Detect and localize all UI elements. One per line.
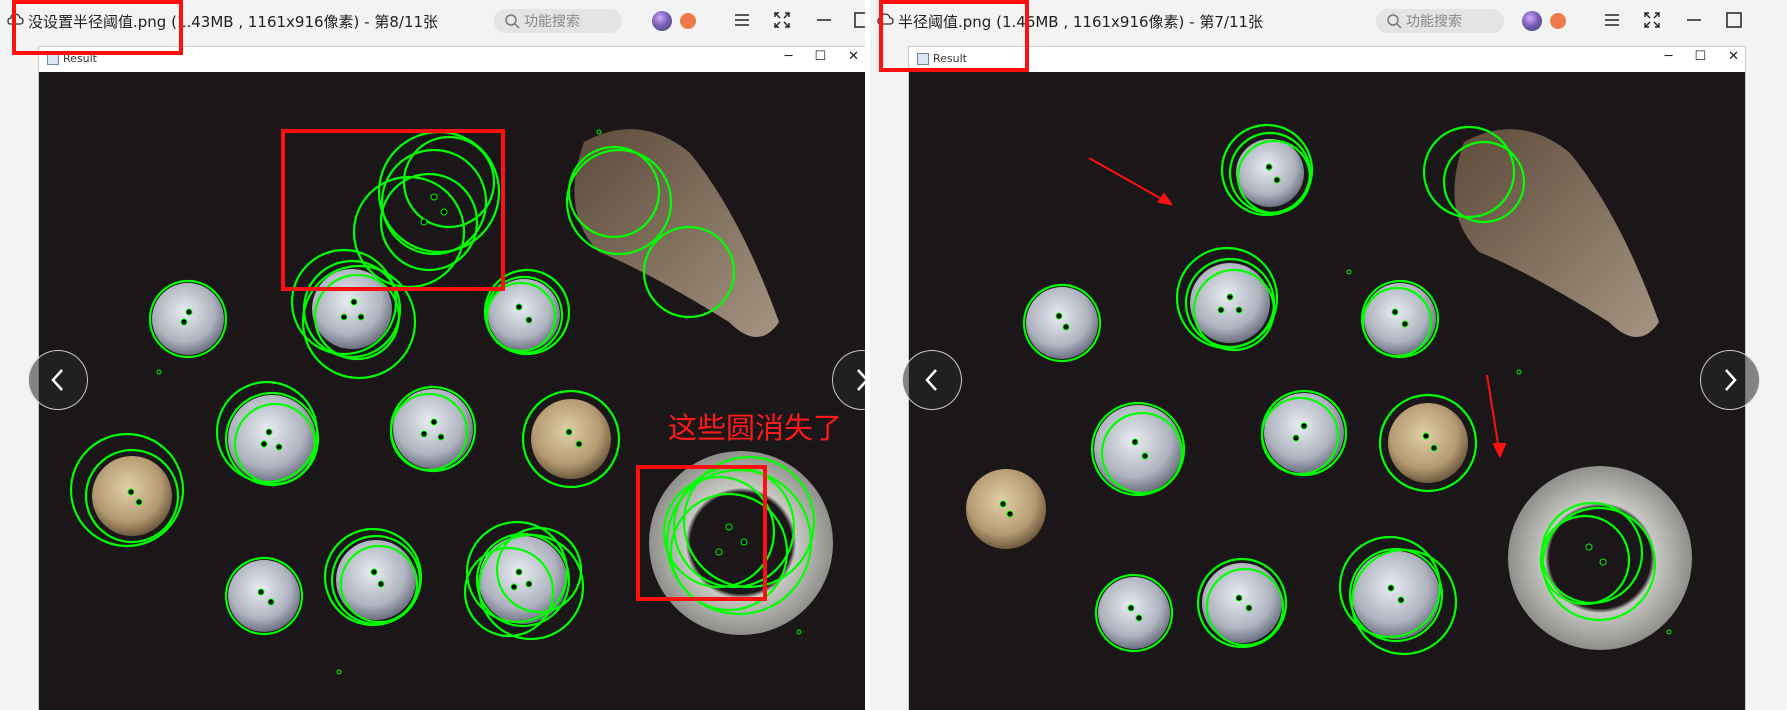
maximize-icon[interactable]: [852, 10, 865, 30]
prev-image-button[interactable]: [902, 350, 962, 410]
result-window: Result ─ ☐ ✕: [908, 46, 1746, 710]
result-image: [909, 72, 1745, 710]
search-placeholder: 功能搜索: [524, 14, 580, 30]
avatar[interactable]: [652, 11, 672, 31]
notification-badge[interactable]: [1550, 13, 1566, 29]
minimize-icon[interactable]: [814, 10, 834, 30]
annotation-text: 这些圆消失了: [668, 411, 843, 445]
left-image-viewer: 没设置半径阈值.png (1.43MB , 1161x916像素) - 第8/1…: [0, 0, 865, 710]
chevron-left-icon: [51, 369, 63, 391]
detected-circles-image: [909, 72, 1745, 710]
hamburger-menu-icon[interactable]: [732, 10, 752, 30]
chevron-right-icon: [857, 369, 865, 391]
search-placeholder: 功能搜索: [1406, 14, 1462, 30]
result-window-controls: ─ ☐ ✕: [785, 49, 859, 64]
chevron-right-icon: [1725, 369, 1737, 391]
right-image-viewer: 半径阈值.png (1.46MB , 1161x916像素) - 第7/11张 …: [870, 0, 1787, 710]
result-close-button[interactable]: ✕: [1728, 49, 1739, 64]
result-maximize-button[interactable]: ☐: [1694, 49, 1706, 64]
avatar[interactable]: [1522, 11, 1542, 31]
result-minimize-button[interactable]: ─: [1665, 49, 1673, 64]
annotation-box-tape: [636, 465, 767, 601]
notification-badge[interactable]: [680, 13, 696, 29]
result-maximize-button[interactable]: ☐: [814, 49, 826, 64]
next-image-button[interactable]: [1700, 350, 1760, 410]
chevron-left-icon: [925, 369, 937, 391]
fullscreen-icon[interactable]: [772, 10, 792, 30]
result-minimize-button[interactable]: ─: [785, 49, 793, 64]
search-box[interactable]: 功能搜索: [1376, 9, 1504, 33]
annotation-box-top: [281, 129, 505, 291]
fullscreen-icon[interactable]: [1642, 10, 1662, 30]
annotation-box-title: [879, 0, 1029, 72]
annotation-box-title: [12, 0, 183, 55]
search-icon: [1387, 14, 1402, 29]
maximize-icon[interactable]: [1724, 10, 1744, 30]
minimize-icon[interactable]: [1684, 10, 1704, 30]
search-icon: [505, 14, 520, 29]
hamburger-menu-icon[interactable]: [1602, 10, 1622, 30]
result-close-button[interactable]: ✕: [848, 49, 859, 64]
prev-image-button[interactable]: [28, 350, 88, 410]
result-window-controls: ─ ☐ ✕: [1665, 49, 1739, 64]
search-box[interactable]: 功能搜索: [494, 9, 622, 33]
